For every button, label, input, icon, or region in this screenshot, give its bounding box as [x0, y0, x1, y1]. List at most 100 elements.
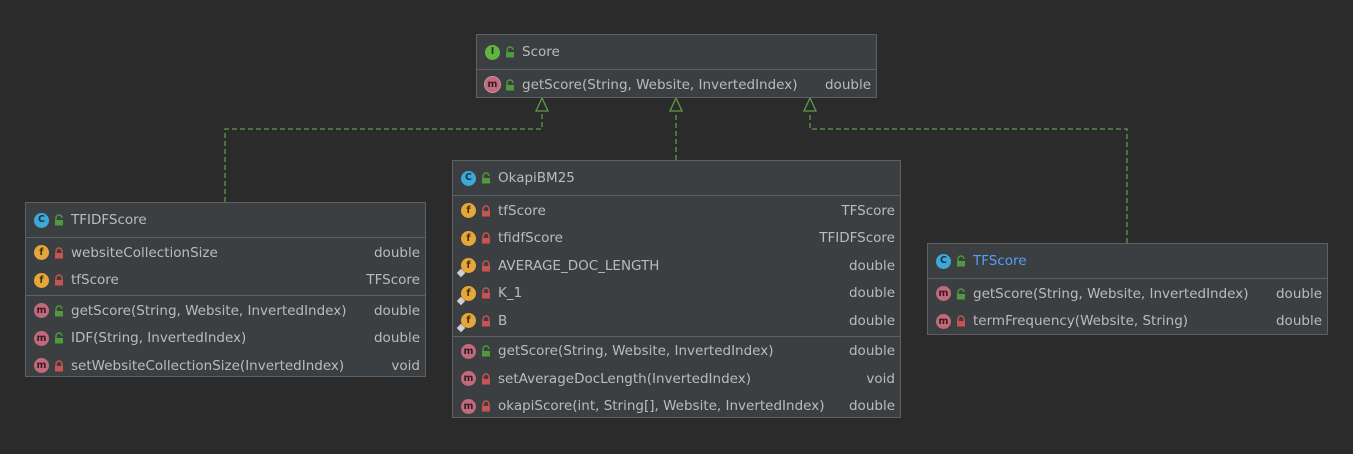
static-field-icon: f: [456, 285, 476, 305]
field-row[interactable]: f tfScore TFScore: [26, 267, 425, 295]
private-visibility-icon: [482, 315, 490, 327]
static-field-icon: f: [456, 258, 476, 278]
method-return-type: void: [866, 370, 895, 387]
tfscore-title[interactable]: TFScore: [973, 253, 1027, 269]
method-return-type: double: [848, 343, 895, 360]
abstract-method-icon: m: [485, 77, 500, 93]
method-icon: m: [461, 371, 476, 387]
field-row[interactable]: f tfidfScore TFIDFScore: [453, 225, 900, 253]
tfscore-class-box[interactable]: C TFScore m getScore(String, Website, In…: [927, 243, 1328, 335]
tfscore-header[interactable]: C TFScore: [928, 244, 1327, 279]
okapibm25-fields: f tfScore TFScore f tfidfScore TFIDFScor…: [453, 196, 900, 337]
private-visibility-icon: [482, 287, 490, 299]
public-visibility-icon: [957, 288, 965, 300]
public-visibility-icon: [55, 305, 63, 317]
method-row[interactable]: m getScore(String, Website, InvertedInde…: [26, 297, 425, 325]
method-signature: IDF(String, InvertedIndex): [71, 330, 247, 347]
static-pin-icon: [456, 324, 466, 333]
field-row[interactable]: f tfScore TFScore: [453, 197, 900, 225]
method-signature: getScore(String, Website, InvertedIndex): [498, 343, 774, 360]
method-icon: m: [936, 286, 951, 302]
okapibm25-header[interactable]: C OkapiBM25: [453, 161, 900, 196]
method-row[interactable]: m termFrequency(Website, String) double: [928, 308, 1327, 336]
method-icon: m: [34, 358, 49, 374]
okapibm25-class-box[interactable]: C OkapiBM25 f tfScore TFScore f tfidfSco…: [452, 160, 901, 418]
public-visibility-icon: [55, 332, 63, 344]
method-row[interactable]: m getScore(String, Website, InvertedInde…: [453, 338, 900, 366]
method-return-type: double: [1275, 285, 1322, 302]
method-return-type: double: [824, 76, 871, 93]
field-type: double: [373, 244, 420, 261]
private-visibility-icon: [55, 360, 63, 372]
field-type: TFScore: [366, 272, 420, 289]
public-visibility-icon: [957, 255, 965, 267]
field-icon: f: [34, 245, 49, 261]
method-return-type: void: [391, 357, 420, 374]
method-row[interactable]: m okapiScore(int, String[], Website, Inv…: [453, 393, 900, 421]
field-row[interactable]: f K_1 double: [453, 280, 900, 308]
method-icon: m: [461, 343, 476, 359]
score-interface-box[interactable]: I Score m getScore(String, Website, Inve…: [476, 34, 877, 98]
public-visibility-icon: [55, 214, 63, 226]
method-signature: setAverageDocLength(InvertedIndex): [498, 370, 751, 387]
method-signature: termFrequency(Website, String): [973, 313, 1189, 330]
field-type: TFScore: [841, 202, 895, 219]
score-header[interactable]: I Score: [477, 35, 876, 70]
static-pin-icon: [456, 296, 466, 305]
tf-arrowhead: [802, 96, 818, 112]
field-name: AVERAGE_DOC_LENGTH: [498, 257, 660, 274]
private-visibility-icon: [482, 373, 490, 385]
method-signature: setWebsiteCollectionSize(InvertedIndex): [71, 357, 345, 374]
public-visibility-icon: [506, 46, 514, 58]
private-visibility-icon: [55, 274, 63, 286]
field-row[interactable]: f AVERAGE_DOC_LENGTH double: [453, 252, 900, 280]
private-visibility-icon: [957, 315, 965, 327]
private-visibility-icon: [482, 205, 490, 217]
tfidfscore-header[interactable]: C TFIDFScore: [26, 203, 425, 238]
class-icon: C: [936, 253, 951, 269]
method-icon: m: [936, 313, 951, 329]
field-name: B: [498, 312, 508, 329]
private-visibility-icon: [482, 260, 490, 272]
method-row[interactable]: m setAverageDocLength(InvertedIndex) voi…: [453, 365, 900, 393]
method-return-type: double: [848, 398, 895, 415]
field-name: tfScore: [498, 202, 546, 219]
method-return-type: double: [373, 330, 420, 347]
okapibm25-title: OkapiBM25: [498, 170, 575, 186]
field-type: double: [848, 257, 895, 274]
interface-icon: I: [485, 44, 500, 60]
method-row[interactable]: m getScore(String, Website, InvertedInde…: [928, 280, 1327, 308]
private-visibility-icon: [482, 232, 490, 244]
class-icon: C: [461, 170, 476, 186]
method-signature: okapiScore(int, String[], Website, Inver…: [498, 398, 825, 415]
static-pin-icon: [456, 269, 466, 278]
tfidfscore-class-box[interactable]: C TFIDFScore f websiteCollectionSize dou…: [25, 202, 426, 377]
method-row[interactable]: m IDF(String, InvertedIndex) double: [26, 325, 425, 353]
method-return-type: double: [1275, 313, 1322, 330]
field-row[interactable]: f B double: [453, 307, 900, 335]
static-field-icon: f: [456, 313, 476, 333]
field-row[interactable]: f websiteCollectionSize double: [26, 239, 425, 267]
tfscore-methods: m getScore(String, Website, InvertedInde…: [928, 279, 1327, 336]
field-type: double: [848, 312, 895, 329]
method-return-type: double: [373, 302, 420, 319]
public-visibility-icon: [506, 79, 514, 91]
private-visibility-icon: [482, 400, 490, 412]
field-name: websiteCollectionSize: [71, 244, 218, 261]
tfidfscore-title: TFIDFScore: [71, 212, 147, 228]
field-name: K_1: [498, 285, 523, 302]
method-signature: getScore(String, Website, InvertedIndex): [973, 285, 1249, 302]
public-visibility-icon: [482, 172, 490, 184]
tfidf-arrowhead: [534, 96, 550, 112]
method-icon: m: [461, 398, 476, 414]
field-icon: f: [461, 230, 476, 246]
field-name: tfidfScore: [498, 230, 563, 247]
field-type: TFIDFScore: [819, 230, 895, 247]
method-row[interactable]: m setWebsiteCollectionSize(InvertedIndex…: [26, 352, 425, 380]
field-type: double: [848, 285, 895, 302]
private-visibility-icon: [55, 247, 63, 259]
method-row[interactable]: m getScore(String, Website, InvertedInde…: [477, 71, 876, 99]
method-icon: m: [34, 330, 49, 346]
score-methods: m getScore(String, Website, InvertedInde…: [477, 70, 876, 100]
score-title: Score: [522, 44, 560, 60]
